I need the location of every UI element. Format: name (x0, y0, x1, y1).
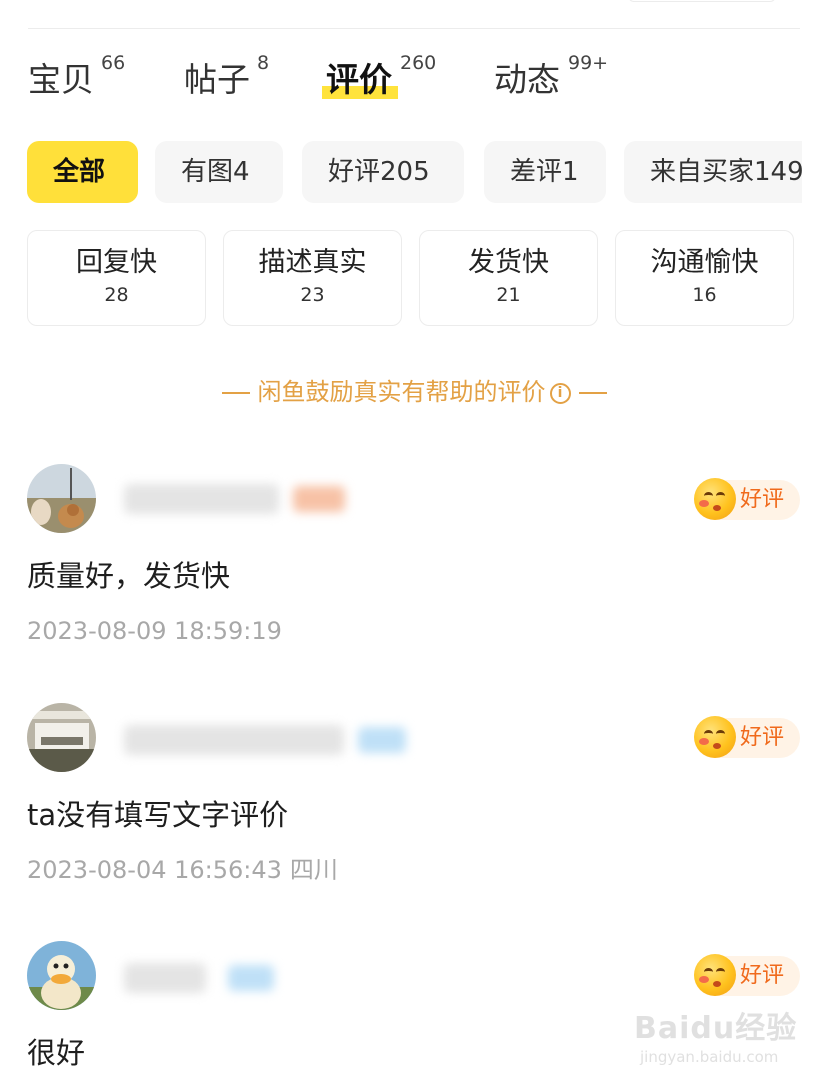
review-time: 2023-08-09 18:59:19 (27, 617, 282, 645)
notice-dash-right (578, 392, 607, 394)
review-location: 四川 (289, 856, 338, 884)
positive-review-badge: 好评 (694, 478, 800, 520)
review-time: 2023-08-04 16:56:43 (27, 856, 282, 884)
profile-tabs: 宝贝 66 帖子 8 评价 260 动态 99+ (28, 52, 808, 102)
review-meta: 2023-08-09 18:59:19 (27, 616, 282, 646)
header-divider (28, 28, 800, 29)
tab-count: 66 (101, 52, 126, 74)
user-level-badge-blurred (358, 727, 406, 753)
notice-text: 闲鱼鼓励真实有帮助的评价 (257, 378, 546, 406)
notice-dash-left (221, 392, 250, 394)
positive-review-badge: 好评 (694, 716, 800, 758)
tab-count: 260 (400, 52, 437, 74)
username-blurred[interactable] (124, 484, 279, 514)
tag-card-pleasant-communication[interactable]: 沟通愉快 16 (615, 230, 794, 326)
review-text: 很好 (27, 1036, 86, 1070)
avatar[interactable] (27, 464, 96, 533)
filter-chip-negative[interactable]: 差评1 (484, 141, 606, 203)
tab-label: 动态 (494, 60, 560, 99)
tab-label: 帖子 (184, 60, 250, 99)
tag-card-fast-reply[interactable]: 回复快 28 (27, 230, 206, 326)
watermark-text: Baidu经验 (634, 1011, 798, 1046)
info-circle-icon[interactable]: i (549, 382, 571, 404)
filter-chip-with-photos[interactable]: 有图4 (155, 141, 283, 203)
tag-count: 23 (300, 284, 325, 306)
user-level-badge-blurred (228, 965, 274, 991)
positive-review-badge: 好评 (694, 954, 800, 996)
badge-label: 好评 (740, 487, 785, 512)
watermark-url: jingyan.baidu.com (640, 1048, 779, 1066)
smiling-face-icon (694, 478, 736, 520)
username-blurred[interactable] (124, 963, 206, 993)
tag-count: 28 (104, 284, 129, 306)
avatar-image (27, 703, 96, 772)
smiling-face-icon (694, 954, 736, 996)
tag-name: 描述真实 (258, 247, 367, 278)
baidu-jingyan-watermark: Baidu经验 jingyan.baidu.com (634, 1000, 824, 1080)
tag-count: 16 (692, 284, 717, 306)
tab-label: 评价 (326, 60, 392, 99)
tag-name: 发货快 (468, 247, 549, 278)
filter-chip-all[interactable]: 全部 (27, 141, 138, 203)
badge-label: 好评 (740, 963, 785, 988)
tag-count: 21 (496, 284, 521, 306)
tag-card-fast-shipping[interactable]: 发货快 21 (419, 230, 598, 326)
review-policy-notice: 闲鱼鼓励真实有帮助的评价 i (0, 376, 828, 408)
avatar-image (27, 464, 96, 533)
review-meta: 2023-08-04 16:56:43 四川 (27, 855, 338, 885)
avatar-image (27, 941, 96, 1010)
smiling-face-icon (694, 716, 736, 758)
avatar[interactable] (27, 703, 96, 772)
review-filter-bar: 全部 有图4 好评205 差评1 来自买家149 (27, 141, 802, 203)
review-text: ta没有填写文字评价 (27, 798, 289, 832)
tag-card-accurate-description[interactable]: 描述真实 23 (223, 230, 402, 326)
username-blurred[interactable] (124, 725, 344, 755)
tab-count: 8 (257, 52, 270, 74)
top-search-bar-edge (628, 0, 776, 2)
review-text: 质量好，发货快 (27, 559, 231, 593)
tag-name: 沟通愉快 (650, 247, 759, 278)
filter-chip-positive[interactable]: 好评205 (302, 141, 464, 203)
tag-name: 回复快 (76, 247, 157, 278)
tab-count: 99+ (568, 52, 609, 74)
badge-label: 好评 (740, 725, 785, 750)
avatar[interactable] (27, 941, 96, 1010)
tab-label: 宝贝 (28, 60, 94, 99)
review-tag-cards: 回复快 28 描述真实 23 发货快 21 沟通愉快 16 (27, 230, 797, 326)
user-level-badge-blurred (293, 486, 345, 512)
filter-chip-from-buyers[interactable]: 来自买家149 (624, 141, 802, 203)
